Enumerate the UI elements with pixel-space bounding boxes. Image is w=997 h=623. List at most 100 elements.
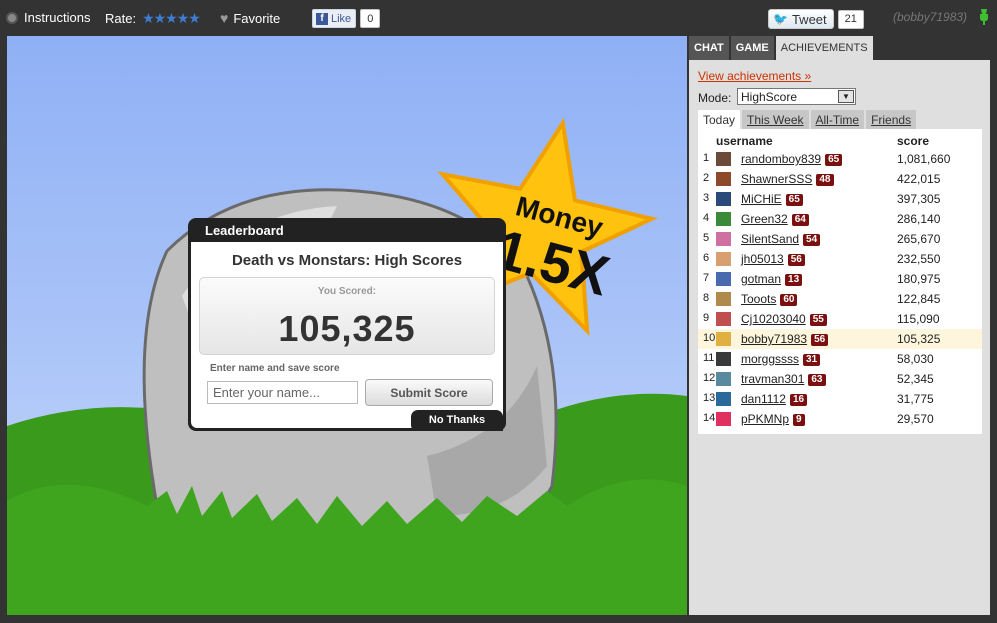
- tweet-button[interactable]: 🐦 Tweet: [768, 9, 834, 29]
- game-canvas[interactable]: Money 1.5X Leaderboard Death vs Monstars…: [7, 36, 687, 615]
- avatar[interactable]: [716, 152, 731, 166]
- mode-label: Mode:: [698, 91, 732, 105]
- username-column-header: username: [716, 134, 773, 148]
- mode-value: HighScore: [741, 90, 798, 104]
- level-badge: 63: [808, 374, 826, 386]
- row-score: 397,305: [897, 192, 941, 206]
- avatar[interactable]: [716, 232, 731, 246]
- tab-all-time[interactable]: All-Time: [810, 110, 865, 129]
- row-score: 105,325: [897, 332, 941, 346]
- rating-stars-icon[interactable]: ★★★★★: [142, 10, 201, 27]
- avatar[interactable]: [716, 372, 731, 386]
- username-link[interactable]: MiCHiE 65: [741, 192, 803, 206]
- table-row: 11 morggssss 31 58,030: [698, 349, 982, 369]
- tab-game[interactable]: GAME: [730, 36, 774, 60]
- tab-today[interactable]: Today: [698, 110, 741, 129]
- level-badge: 48: [816, 174, 834, 186]
- username-link[interactable]: dan1112 16: [741, 392, 808, 406]
- username-link[interactable]: jh05013 56: [741, 252, 805, 266]
- table-row: 12 travman301 63 52,345: [698, 369, 982, 389]
- row-score: 286,140: [897, 212, 941, 226]
- favorite-button[interactable]: ♥ Favorite: [220, 10, 280, 26]
- username-link[interactable]: Cj10203040 55: [741, 312, 827, 326]
- avatar[interactable]: [716, 172, 731, 186]
- tab-chat[interactable]: CHAT: [689, 36, 729, 60]
- tweet-widget: 🐦 Tweet 21: [768, 9, 864, 29]
- row-score: 115,090: [897, 312, 940, 326]
- level-badge: 56: [787, 254, 805, 266]
- leaderboard-title: Death vs Monstars: High Scores: [231, 252, 463, 269]
- leaderboard-dialog: Leaderboard Death vs Monstars: High Scor…: [188, 218, 506, 431]
- avatar[interactable]: [716, 352, 731, 366]
- avatar[interactable]: [716, 272, 731, 286]
- username-link[interactable]: pPKMNp 9: [741, 412, 805, 426]
- table-row: 3 MiCHiE 65 397,305: [698, 189, 982, 209]
- rating-widget[interactable]: Rate: ★★★★★: [105, 10, 201, 27]
- instructions-label: Instructions: [24, 10, 91, 25]
- instructions-link[interactable]: Instructions: [6, 10, 90, 25]
- level-badge: 60: [780, 294, 798, 306]
- username-link[interactable]: travman301 63: [741, 372, 826, 386]
- row-rank: 8: [703, 292, 710, 304]
- current-username[interactable]: (bobby71983): [893, 10, 967, 24]
- tab-friends[interactable]: Friends: [866, 110, 917, 129]
- username-text: randomboy839: [741, 152, 822, 166]
- row-score: 58,030: [897, 352, 934, 366]
- username-link[interactable]: SilentSand 54: [741, 232, 821, 246]
- username-text: dan1112: [741, 392, 786, 406]
- row-rank: 10: [703, 332, 716, 344]
- level-badge: 13: [785, 274, 803, 286]
- username-text: pPKMNp: [741, 412, 790, 426]
- username-text: ShawnerSSS: [741, 172, 813, 186]
- like-label: Like: [331, 12, 352, 25]
- username-link[interactable]: gotman 13: [741, 272, 803, 286]
- username-link[interactable]: ShawnerSSS 48: [741, 172, 834, 186]
- level-badge: 54: [803, 234, 821, 246]
- row-rank: 2: [703, 172, 710, 184]
- username-link[interactable]: randomboy839 65: [741, 152, 843, 166]
- username-link[interactable]: morggssss 31: [741, 352, 821, 366]
- table-row: 5 SilentSand 54 265,670: [698, 229, 982, 249]
- facebook-like-button[interactable]: f Like: [312, 9, 357, 28]
- row-rank: 13: [703, 392, 716, 404]
- submit-score-button[interactable]: Submit Score: [365, 379, 493, 406]
- leaderboard-body: Death vs Monstars: High Scores You Score…: [191, 242, 503, 431]
- avatar[interactable]: [716, 412, 731, 426]
- username-text: Tooots: [741, 292, 777, 306]
- row-score: 122,845: [897, 292, 941, 306]
- avatar[interactable]: [716, 192, 731, 206]
- level-badge: 55: [809, 314, 827, 326]
- row-rank: 7: [703, 272, 710, 284]
- row-score: 265,670: [897, 232, 941, 246]
- mode-select[interactable]: HighScore ▼: [737, 88, 856, 105]
- username-link[interactable]: bobby71983 56: [741, 332, 829, 346]
- heart-icon: ♥: [220, 10, 229, 26]
- rate-label: Rate:: [105, 11, 137, 26]
- row-rank: 11: [703, 352, 715, 364]
- username-text: bobby71983: [741, 332, 808, 346]
- save-score-label: Enter name and save score: [210, 363, 340, 374]
- plug-icon[interactable]: [977, 9, 989, 25]
- username-text: travman301: [741, 372, 805, 386]
- view-achievements-link[interactable]: View achievements »: [698, 69, 811, 83]
- username-link[interactable]: Green32 64: [741, 212, 809, 226]
- tab-this-week[interactable]: This Week: [742, 110, 809, 129]
- no-thanks-button[interactable]: No Thanks: [411, 410, 503, 431]
- row-rank: 5: [703, 232, 710, 244]
- top-bar: Instructions Rate: ★★★★★ ♥ Favorite f Li…: [0, 0, 997, 36]
- row-score: 1,081,660: [897, 152, 951, 166]
- avatar[interactable]: [716, 312, 731, 326]
- avatar[interactable]: [716, 252, 731, 266]
- username-link[interactable]: Tooots 60: [741, 292, 798, 306]
- name-input[interactable]: [207, 381, 358, 404]
- avatar[interactable]: [716, 392, 731, 406]
- avatar[interactable]: [716, 292, 731, 306]
- instructions-icon: [6, 11, 18, 24]
- tab-achievements[interactable]: ACHIEVEMENTS: [775, 36, 873, 60]
- avatar[interactable]: [716, 332, 731, 346]
- level-badge: 65: [785, 194, 803, 206]
- level-badge: 56: [811, 334, 829, 346]
- avatar[interactable]: [716, 212, 731, 226]
- row-score: 422,015: [897, 172, 941, 186]
- facebook-icon: f: [316, 12, 328, 25]
